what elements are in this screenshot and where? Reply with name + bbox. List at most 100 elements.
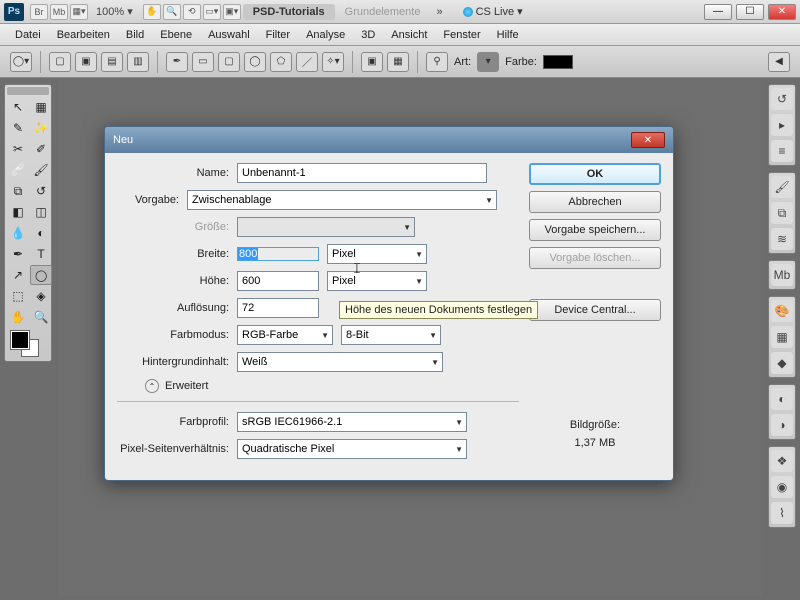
menu-bild[interactable]: Bild <box>119 27 151 43</box>
foreground-color-well[interactable] <box>11 331 29 349</box>
hoehe-field[interactable] <box>237 271 319 291</box>
path-tool-icon[interactable]: ↗ <box>7 265 29 285</box>
brush-tool-icon[interactable]: 🖌 <box>30 160 52 180</box>
heal-tool-icon[interactable]: 🩹 <box>7 160 29 180</box>
color-panel-icon[interactable]: 🎨 <box>771 300 793 322</box>
crop-tool-icon[interactable]: ✂ <box>7 139 29 159</box>
layers-panel-icon[interactable]: ❖ <box>771 450 793 472</box>
presets-panel-icon[interactable]: ≡ <box>771 140 793 162</box>
new-selection-icon[interactable]: ▢ <box>49 52 71 72</box>
menu-analyse[interactable]: Analyse <box>299 27 352 43</box>
aufloesung-field[interactable] <box>237 298 319 318</box>
gradient-tool-icon[interactable]: ◫ <box>30 202 52 222</box>
farbprofil-select[interactable]: sRGB IEC61966-2.1▼ <box>237 412 467 432</box>
clone-panel-icon[interactable]: ⧉ <box>771 202 793 224</box>
minibridge-icon[interactable]: Mb <box>50 4 68 20</box>
pixelsv-select[interactable]: Quadratische Pixel▼ <box>237 439 467 459</box>
workspace-tab-active[interactable]: PSD-Tutorials <box>243 4 335 20</box>
swatches-panel-icon[interactable]: ▦ <box>771 326 793 348</box>
erweitert-toggle[interactable]: ⌃ Erweitert <box>145 379 519 393</box>
move-tool-icon[interactable]: ↖ <box>7 97 29 117</box>
exclude-icon[interactable]: ▦ <box>387 52 409 72</box>
vorgabe-select[interactable]: Zwischenablage▼ <box>187 190 497 210</box>
zoom-tool-icon[interactable]: 🔍 <box>30 307 52 327</box>
hoehe-unit-select[interactable]: Pixel▼ <box>327 271 427 291</box>
rect-icon[interactable]: ▭ <box>192 52 214 72</box>
dialog-titlebar[interactable]: Neu ✕ <box>105 127 673 153</box>
line-icon[interactable]: ／ <box>296 52 318 72</box>
hand-tool-icon[interactable]: ✋ <box>7 307 29 327</box>
pen-tool-icon[interactable]: ✒ <box>7 244 29 264</box>
3dcam-tool-icon[interactable]: ◈ <box>30 286 52 306</box>
menu-ansicht[interactable]: Ansicht <box>384 27 434 43</box>
wand-tool-icon[interactable]: ✨ <box>30 118 52 138</box>
menu-3d[interactable]: 3D <box>354 27 382 43</box>
maximize-button[interactable]: ☐ <box>736 4 764 20</box>
eyedropper-tool-icon[interactable]: ✐ <box>30 139 52 159</box>
menu-fenster[interactable]: Fenster <box>436 27 487 43</box>
intersect-selection-icon[interactable]: ▥ <box>127 52 149 72</box>
shape-tool-icon[interactable]: ◯ <box>30 265 52 285</box>
cs-live[interactable]: CS Live ▾ <box>463 5 523 18</box>
viewmode-icon[interactable]: ▦▾ <box>70 4 88 20</box>
styles-panel-icon[interactable]: ◆ <box>771 352 793 374</box>
tool-preset-icon[interactable]: ◯▾ <box>10 52 32 72</box>
lasso-tool-icon[interactable]: ✎ <box>7 118 29 138</box>
breite-field[interactable]: 800 <box>237 247 319 261</box>
hand-icon[interactable]: ✋ <box>143 4 161 20</box>
abbrechen-button[interactable]: Abbrechen <box>529 191 661 213</box>
menu-hilfe[interactable]: Hilfe <box>490 27 526 43</box>
more-workspaces[interactable]: » <box>430 3 448 21</box>
minimize-button[interactable]: — <box>704 4 732 20</box>
stamp-tool-icon[interactable]: ⧉ <box>7 181 29 201</box>
brushpresets-panel-icon[interactable]: ≋ <box>771 228 793 250</box>
panel-collapse-icon[interactable]: ◀ <box>768 52 790 72</box>
add-selection-icon[interactable]: ▣ <box>75 52 97 72</box>
zoom-level[interactable]: 100% ▾ <box>90 2 139 21</box>
minibridge-panel-icon[interactable]: Mb <box>771 264 793 286</box>
device-central-button[interactable]: Device Central... <box>529 299 661 321</box>
actions-panel-icon[interactable]: ▸ <box>771 114 793 136</box>
close-button[interactable]: ✕ <box>768 4 796 20</box>
menu-datei[interactable]: Datei <box>8 27 48 43</box>
farbe-swatch[interactable] <box>543 55 573 69</box>
adjustments-panel-icon[interactable]: ◐ <box>771 388 793 410</box>
workspace-tab-inactive[interactable]: Grundelemente <box>335 4 431 20</box>
channels-panel-icon[interactable]: ◉ <box>771 476 793 498</box>
eraser-tool-icon[interactable]: ◧ <box>7 202 29 222</box>
name-field[interactable] <box>237 163 487 183</box>
brush-panel-icon[interactable]: 🖌 <box>771 176 793 198</box>
link-icon[interactable]: ⚲ <box>426 52 448 72</box>
bridge-icon[interactable]: Br <box>30 4 48 20</box>
ok-button[interactable]: OK <box>529 163 661 185</box>
menu-bearbeiten[interactable]: Bearbeiten <box>50 27 117 43</box>
blur-tool-icon[interactable]: 💧 <box>7 223 29 243</box>
paths-panel-icon[interactable]: ⌇ <box>771 502 793 524</box>
screenmode-icon[interactable]: ▣▾ <box>223 4 241 20</box>
hintergrund-select[interactable]: Weiß▼ <box>237 352 443 372</box>
farbtiefe-select[interactable]: 8-Bit▼ <box>341 325 441 345</box>
customshape-icon[interactable]: ✧▾ <box>322 52 344 72</box>
menu-filter[interactable]: Filter <box>259 27 297 43</box>
pen-icon[interactable]: ✒ <box>166 52 188 72</box>
3d-tool-icon[interactable]: ⬚ <box>7 286 29 306</box>
subtract-selection-icon[interactable]: ▤ <box>101 52 123 72</box>
history-brush-icon[interactable]: ↺ <box>30 181 52 201</box>
arrange-icon[interactable]: ▭▾ <box>203 4 221 20</box>
dialog-close-button[interactable]: ✕ <box>631 132 665 148</box>
type-tool-icon[interactable]: T <box>30 244 52 264</box>
zoom-icon[interactable]: 🔍 <box>163 4 181 20</box>
menu-auswahl[interactable]: Auswahl <box>201 27 257 43</box>
history-panel-icon[interactable]: ↺ <box>771 88 793 110</box>
ellipse-icon[interactable]: ◯ <box>244 52 266 72</box>
overlap-icon[interactable]: ▣ <box>361 52 383 72</box>
breite-unit-select[interactable]: Pixel▼ <box>327 244 427 264</box>
masks-panel-icon[interactable]: ◑ <box>771 414 793 436</box>
polygon-icon[interactable]: ⬠ <box>270 52 292 72</box>
menu-ebene[interactable]: Ebene <box>153 27 199 43</box>
rotate-icon[interactable]: ⟲ <box>183 4 201 20</box>
marquee-tool-icon[interactable]: ▦ <box>30 97 52 117</box>
farbmodus-select[interactable]: RGB-Farbe▼ <box>237 325 333 345</box>
roundrect-icon[interactable]: ▢ <box>218 52 240 72</box>
toolbox-grip[interactable] <box>7 87 49 95</box>
